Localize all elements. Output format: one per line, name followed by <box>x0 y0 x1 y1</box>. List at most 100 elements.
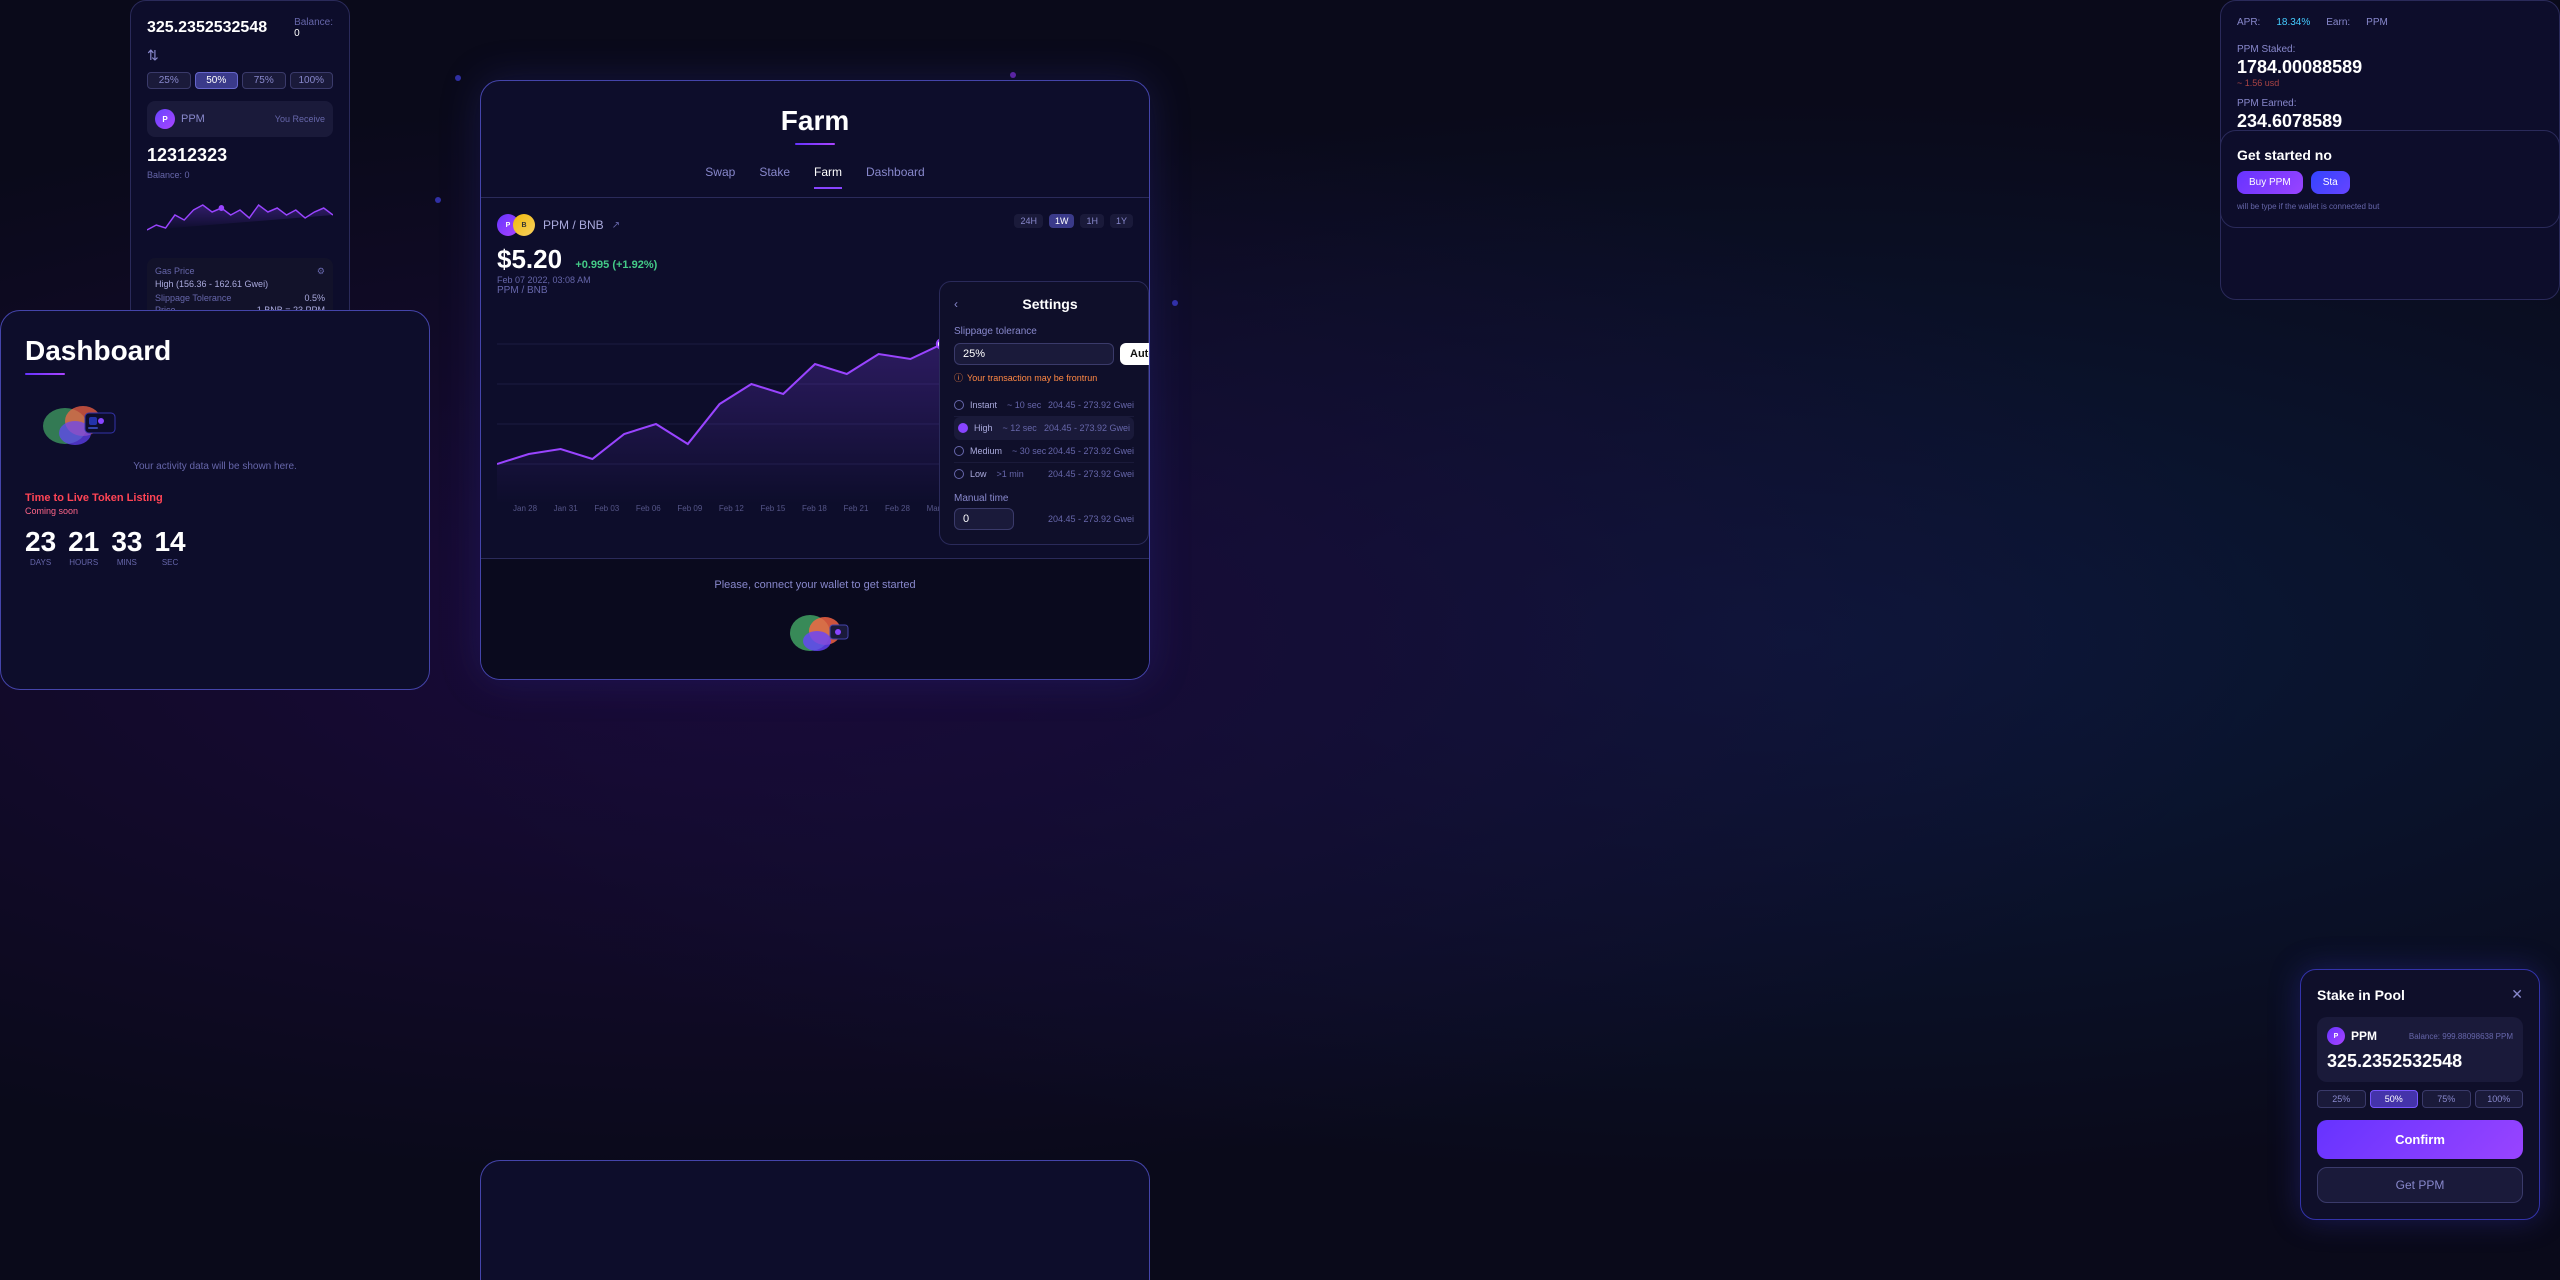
warning-row: ⓘ Your transaction may be frontrun <box>954 371 1134 384</box>
price-display: $5.20 +0.995 (+1.92%) <box>497 244 1133 275</box>
nav-stake[interactable]: Stake <box>759 165 790 189</box>
staked-value: 1784.00088589 <box>2237 57 2543 78</box>
auto-button[interactable]: Auto <box>1120 343 1150 365</box>
settings-header: ‹ Settings <box>954 296 1134 312</box>
pct-50-stake[interactable]: 50% <box>2370 1090 2419 1108</box>
farm-underline <box>795 143 835 145</box>
earn-val: PPM <box>2366 17 2388 28</box>
stake-pool-title: Stake in Pool <box>2317 987 2405 1003</box>
close-button[interactable]: ✕ <box>2511 986 2523 1003</box>
mini-chart <box>147 190 333 250</box>
price-value: $5.20 <box>497 244 562 274</box>
apr-val: 18.34% <box>2276 17 2310 28</box>
low-radio <box>954 469 964 479</box>
instant-radio <box>954 400 964 410</box>
nav-farm[interactable]: Farm <box>814 165 842 189</box>
slippage-input[interactable] <box>954 343 1114 365</box>
time-1y[interactable]: 1Y <box>1110 214 1133 228</box>
wallet-graphic <box>775 603 855 663</box>
ppm-input-name: PPM <box>2351 1029 2377 1043</box>
apr-label: APR: <box>2237 17 2260 28</box>
settings-panel: ‹ Settings Slippage tolerance Auto ⓘ You… <box>939 281 1149 545</box>
pct-100-stake[interactable]: 100% <box>2475 1090 2524 1108</box>
pct-25-stake[interactable]: 25% <box>2317 1090 2366 1108</box>
sec-num: 14 <box>154 526 185 558</box>
time-24h[interactable]: 24H <box>1014 214 1043 228</box>
pct-75[interactable]: 75% <box>242 72 286 89</box>
speed-low[interactable]: Low >1 min 204.45 - 273.92 Gwei <box>954 463 1134 485</box>
earned-label: PPM Earned: <box>2237 98 2543 109</box>
countdown-label: Time to Live Token Listing <box>25 492 405 504</box>
time-1h[interactable]: 1H <box>1080 214 1104 228</box>
speed-medium[interactable]: Medium ~ 30 sec 204.45 - 273.92 Gwei <box>954 440 1134 463</box>
manual-range: 204.45 - 273.92 Gwei <box>1048 514 1134 524</box>
countdown-days: 23 DAYS <box>25 526 56 567</box>
settings-back-button[interactable]: ‹ <box>954 297 958 311</box>
warning-icon: ⓘ <box>954 371 963 384</box>
swap-arrows-icon[interactable]: ⇅ <box>147 47 333 64</box>
farm-panel: Farm Swap Stake Farm Dashboard P B PPM /… <box>480 80 1150 680</box>
note-text: will be type if the wallet is connected … <box>2237 202 2543 211</box>
staked-stat: PPM Staked: 1784.00088589 ~ 1.56 usd <box>2237 44 2543 88</box>
balance-label: Balance: <box>2409 1032 2440 1041</box>
buy-ppm-button[interactable]: Buy PPM <box>2237 171 2303 194</box>
dashboard-underline <box>25 373 65 375</box>
earned-value: 234.6078589 <box>2237 111 2543 132</box>
farm-header: Farm <box>481 81 1149 157</box>
time-buttons: 24H 1W 1H 1Y <box>1014 214 1133 228</box>
dashboard-panel: Dashboard Your activity data will be sho… <box>0 310 430 690</box>
ppm-amount: 325.2352532548 <box>2327 1051 2513 1072</box>
ppm-input-icon: P <box>2327 1027 2345 1045</box>
slippage-label: Slippage Tolerance <box>155 293 231 303</box>
ppm-balance: Balance: 999.88098638 PPM <box>2409 1032 2513 1041</box>
you-receive-label: You Receive <box>275 114 325 124</box>
countdown-section: Time to Live Token Listing Coming soon 2… <box>25 492 405 567</box>
swap-balance-val: 0 <box>294 28 333 39</box>
countdown-row: 23 DAYS 21 HOURS 33 MINS 14 SEC <box>25 526 405 567</box>
gas-label: Gas Price <box>155 266 195 277</box>
speed-high[interactable]: High ~ 12 sec 204.45 - 273.92 Gwei <box>954 417 1134 440</box>
mins-num: 33 <box>111 526 142 558</box>
manual-label: Manual time <box>954 493 1134 504</box>
ppm-input-header: P PPM Balance: 999.88098638 PPM <box>2327 1027 2513 1045</box>
ppm-pct-row: 25% 50% 75% 100% <box>2317 1090 2523 1108</box>
pct-75-stake[interactable]: 75% <box>2422 1090 2471 1108</box>
time-1w[interactable]: 1W <box>1049 214 1075 228</box>
connect-prompt-text: Please, connect your wallet to get start… <box>501 579 1129 591</box>
token-name: PPM <box>181 113 205 125</box>
nav-swap[interactable]: Swap <box>705 165 735 189</box>
speed-instant[interactable]: Instant ~ 10 sec 204.45 - 273.92 Gwei <box>954 394 1134 417</box>
countdown-sub: Coming soon <box>25 506 405 516</box>
countdown-mins: 33 MINS <box>111 526 142 567</box>
high-radio <box>958 423 968 433</box>
manual-row: 204.45 - 273.92 Gwei <box>954 508 1134 530</box>
stake-pool-header: Stake in Pool ✕ <box>2317 986 2523 1003</box>
staked-label: PPM Staked: <box>2237 44 2543 55</box>
earn-label: Earn: <box>2326 17 2350 28</box>
staked-usd: ~ 1.56 usd <box>2237 78 2543 88</box>
confirm-button[interactable]: Confirm <box>2317 1120 2523 1159</box>
nav-dashboard[interactable]: Dashboard <box>866 165 925 189</box>
farm-nav: Swap Stake Farm Dashboard <box>481 157 1149 198</box>
slippage-row: Auto <box>954 343 1134 365</box>
pct-100[interactable]: 100% <box>290 72 334 89</box>
warning-text: Your transaction may be frontrun <box>967 373 1097 383</box>
pct-25[interactable]: 25% <box>147 72 191 89</box>
stake-pool-panel: Stake in Pool ✕ P PPM Balance: 999.88098… <box>2300 969 2540 1220</box>
pair-link-icon[interactable]: ↗ <box>612 220 620 231</box>
apr-row: APR: 18.34% Earn: PPM <box>2237 17 2543 28</box>
gs-buttons: Buy PPM Sta <box>2237 171 2543 194</box>
pct-50[interactable]: 50% <box>195 72 239 89</box>
get-ppm-button[interactable]: Get PPM <box>2317 1167 2523 1203</box>
ppm-icon: P <box>155 109 175 129</box>
settings-icon[interactable]: ⚙ <box>317 266 325 277</box>
pair-icons: P B <box>497 214 535 236</box>
price-change: +0.995 (+1.92%) <box>575 259 657 271</box>
get-started-text: Get started no <box>2237 147 2543 163</box>
manual-input[interactable] <box>954 508 1014 530</box>
countdown-sec: 14 SEC <box>154 526 185 567</box>
sta-button[interactable]: Sta <box>2311 171 2350 194</box>
connect-prompt: Please, connect your wallet to get start… <box>481 558 1149 680</box>
slippage-tolerance-label: Slippage tolerance <box>954 326 1134 337</box>
bottom-farm-panel <box>480 1160 1150 1280</box>
